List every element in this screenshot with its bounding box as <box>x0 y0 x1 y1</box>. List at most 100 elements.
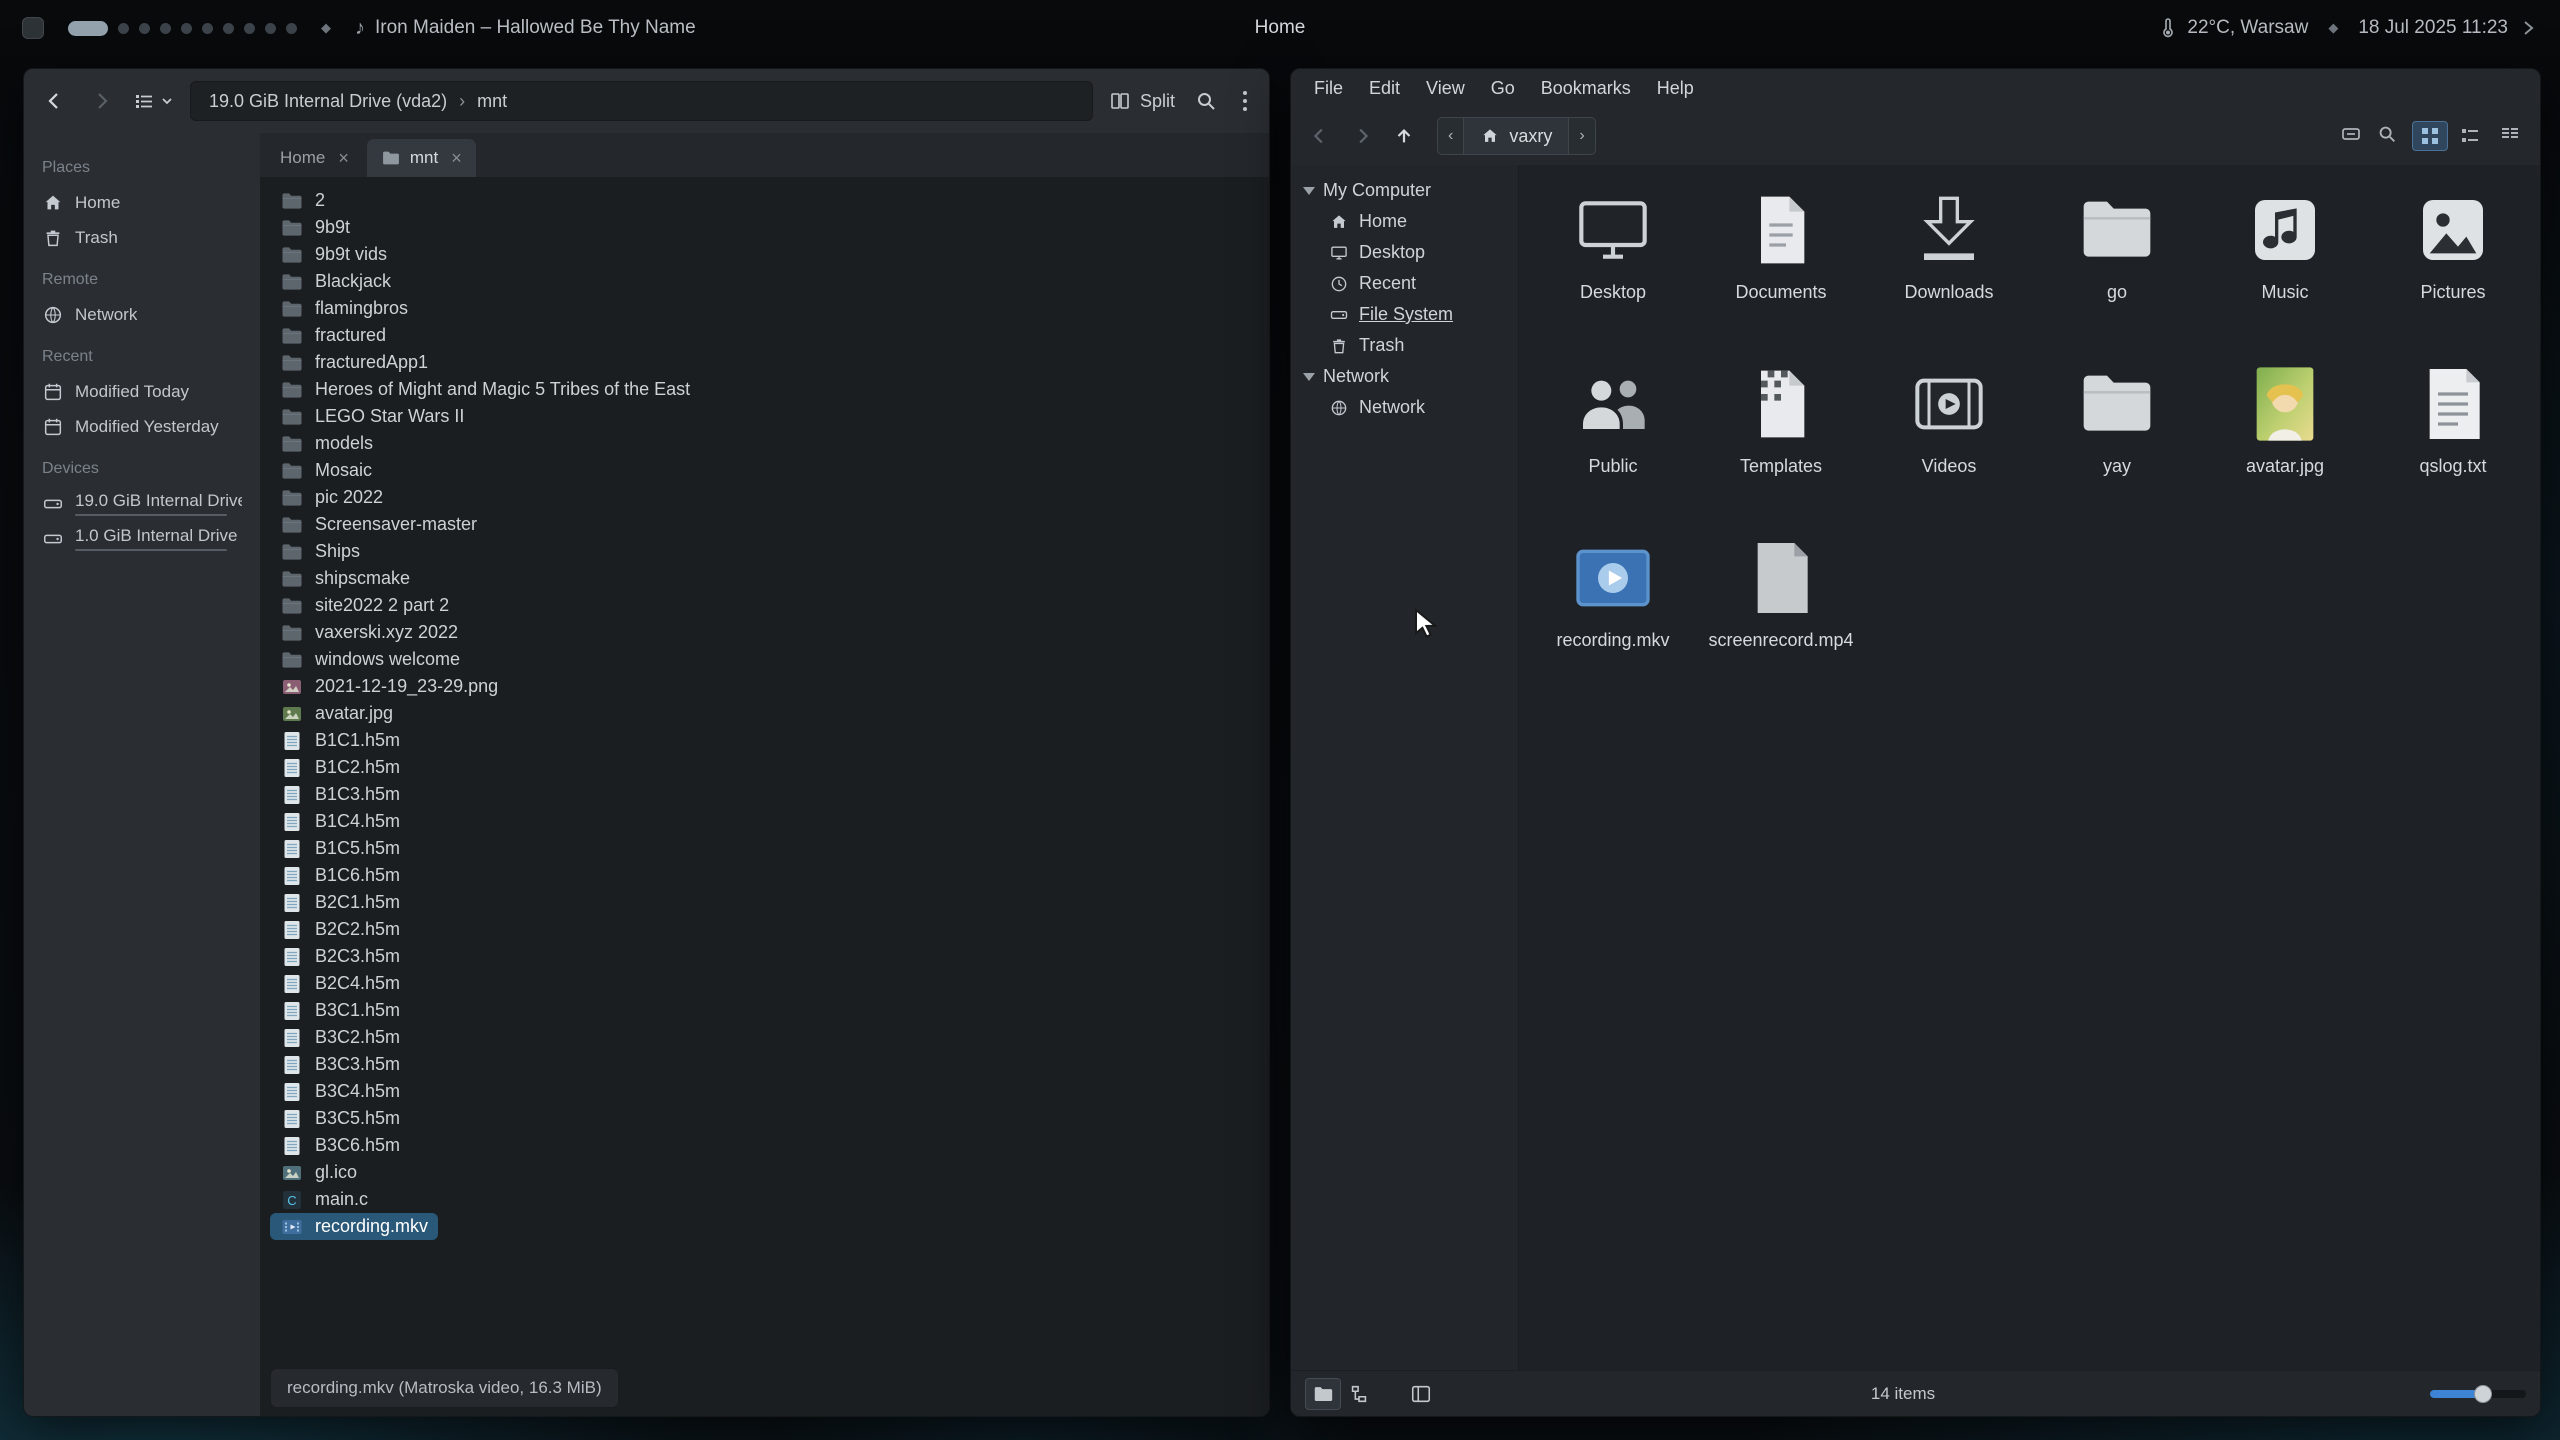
grid-item-public[interactable]: Public <box>1529 355 1697 529</box>
file-row[interactable]: Blackjack <box>270 268 401 295</box>
file-row[interactable]: LEGO Star Wars II <box>270 403 474 430</box>
file-row[interactable]: 9b9t vids <box>270 241 397 268</box>
sidebar-item-trash[interactable]: Trash <box>32 220 252 255</box>
expander-triangle-icon[interactable] <box>1303 373 1315 381</box>
grid-item-avatar-jpg[interactable]: avatar.jpg <box>2201 355 2369 529</box>
tree-item-desktop[interactable]: Desktop <box>1291 237 1518 268</box>
file-row[interactable]: B1C6.h5m <box>270 862 410 889</box>
menu-help[interactable]: Help <box>1644 69 1707 107</box>
workspace-dot[interactable] <box>118 23 129 34</box>
file-row[interactable]: B1C3.h5m <box>270 781 410 808</box>
workspace-dot[interactable] <box>244 23 255 34</box>
places-pane-button[interactable] <box>1305 1378 1341 1410</box>
file-row[interactable]: Heroes of Might and Magic 5 Tribes of th… <box>270 376 700 403</box>
grid-item-go[interactable]: go <box>2033 181 2201 355</box>
workspace-dot[interactable] <box>139 23 150 34</box>
file-row[interactable]: gl.ico <box>270 1159 367 1186</box>
tree-item-trash[interactable]: Trash <box>1291 330 1518 361</box>
file-row[interactable]: fractured <box>270 322 396 349</box>
file-row[interactable]: B1C4.h5m <box>270 808 410 835</box>
tree-pane-button[interactable] <box>1341 1378 1377 1410</box>
search-icon[interactable] <box>2376 123 2398 150</box>
tab-home[interactable]: Home× <box>266 139 363 177</box>
sidebar-item-modified-yesterday[interactable]: Modified Yesterday <box>32 409 252 444</box>
view-mode-button[interactable] <box>132 89 174 113</box>
file-row[interactable]: B2C2.h5m <box>270 916 410 943</box>
grid-item-qslog-txt[interactable]: qslog.txt <box>2369 355 2537 529</box>
grid-item-templates[interactable]: Templates <box>1697 355 1865 529</box>
expander-triangle-icon[interactable] <box>1303 187 1315 195</box>
workspace-dot[interactable] <box>265 23 276 34</box>
tree-group-my-computer[interactable]: My Computer <box>1291 175 1518 206</box>
list-view-button[interactable] <box>2452 121 2488 151</box>
datetime-text[interactable]: 18 Jul 2025 11:23 <box>2358 17 2508 39</box>
grid-item-music[interactable]: Music <box>2201 181 2369 355</box>
file-row[interactable]: Ships <box>270 538 370 565</box>
tree-item-home[interactable]: Home <box>1291 206 1518 237</box>
file-row[interactable]: B3C1.h5m <box>270 997 410 1024</box>
sidebar-item-network[interactable]: Network <box>32 297 252 332</box>
path-prev-button[interactable]: ‹ <box>1437 117 1464 155</box>
tab-mnt[interactable]: mnt× <box>367 139 476 177</box>
tree-item-network[interactable]: Network <box>1291 392 1518 423</box>
file-row[interactable]: B3C2.h5m <box>270 1024 410 1051</box>
file-row[interactable]: B1C5.h5m <box>270 835 410 862</box>
close-icon[interactable]: × <box>451 148 462 169</box>
file-row[interactable]: B1C2.h5m <box>270 754 410 781</box>
workspace-dot[interactable] <box>160 23 171 34</box>
tree-item-recent[interactable]: Recent <box>1291 268 1518 299</box>
icon-view-button[interactable] <box>2412 121 2448 151</box>
menu-view[interactable]: View <box>1413 69 1478 107</box>
tray-expand-icon[interactable] <box>2518 18 2538 38</box>
file-row[interactable]: B3C6.h5m <box>270 1132 410 1159</box>
file-row[interactable]: flamingbros <box>270 295 418 322</box>
back-button[interactable] <box>1303 119 1337 153</box>
side-panel-toggle-button[interactable] <box>1403 1378 1439 1410</box>
slider-knob[interactable] <box>2474 1385 2492 1403</box>
menu-file[interactable]: File <box>1301 69 1356 107</box>
file-row[interactable]: site2022 2 part 2 <box>270 592 459 619</box>
workspace-active-pill[interactable] <box>68 21 108 36</box>
file-row[interactable]: Mosaic <box>270 457 382 484</box>
file-row[interactable]: 2 <box>270 187 335 214</box>
file-row[interactable]: vaxerski.xyz 2022 <box>270 619 468 646</box>
location-breadcrumb[interactable]: 19.0 GiB Internal Drive (vda2) › mnt <box>190 81 1093 121</box>
file-row[interactable]: Screensaver-master <box>270 511 487 538</box>
file-row[interactable]: B3C3.h5m <box>270 1051 410 1078</box>
file-row[interactable]: B3C4.h5m <box>270 1078 410 1105</box>
file-row[interactable]: fracturedApp1 <box>270 349 438 376</box>
path-next-button[interactable]: › <box>1568 117 1595 155</box>
file-row[interactable]: Cmain.c <box>270 1186 378 1213</box>
grid-item-downloads[interactable]: Downloads <box>1865 181 2033 355</box>
grid-item-videos[interactable]: Videos <box>1865 355 2033 529</box>
grid-item-screenrecord-mp4[interactable]: screenrecord.mp4 <box>1697 529 1865 703</box>
zoom-slider[interactable] <box>2430 1390 2526 1398</box>
tree-group-network[interactable]: Network <box>1291 361 1518 392</box>
close-icon[interactable]: × <box>338 148 349 169</box>
sidebar-item-modified-today[interactable]: Modified Today <box>32 374 252 409</box>
file-row[interactable]: 2021-12-19_23-29.png <box>270 673 508 700</box>
file-row[interactable]: windows welcome <box>270 646 470 673</box>
workspace-dot[interactable] <box>202 23 213 34</box>
file-row[interactable]: models <box>270 430 383 457</box>
weather-text[interactable]: 22°C, Warsaw <box>2187 17 2308 39</box>
file-row[interactable]: B1C1.h5m <box>270 727 410 754</box>
grid-item-desktop[interactable]: Desktop <box>1529 181 1697 355</box>
menu-bookmarks[interactable]: Bookmarks <box>1528 69 1644 107</box>
file-row[interactable]: shipscmake <box>270 565 420 592</box>
split-button[interactable]: Split <box>1109 90 1175 112</box>
sidebar-item-19-0-gib-internal-drive-v-[interactable]: 19.0 GiB Internal Drive (v... <box>32 486 252 521</box>
sidebar-item-1-0-gib-internal-drive-vd-[interactable]: 1.0 GiB Internal Drive (vd... <box>32 521 252 556</box>
file-row[interactable]: B2C4.h5m <box>270 970 410 997</box>
menu-go[interactable]: Go <box>1478 69 1528 107</box>
compact-view-button[interactable] <box>2492 121 2528 151</box>
path-bar-toggle-icon[interactable] <box>2340 123 2362 150</box>
forward-button[interactable] <box>86 86 116 116</box>
back-button[interactable] <box>40 86 70 116</box>
breadcrumb-path[interactable]: mnt <box>477 91 507 112</box>
file-row[interactable]: recording.mkv <box>270 1213 438 1240</box>
file-row[interactable]: B2C1.h5m <box>270 889 410 916</box>
file-row[interactable]: avatar.jpg <box>270 700 403 727</box>
forward-button[interactable] <box>1345 119 1379 153</box>
workspace-dot[interactable] <box>223 23 234 34</box>
